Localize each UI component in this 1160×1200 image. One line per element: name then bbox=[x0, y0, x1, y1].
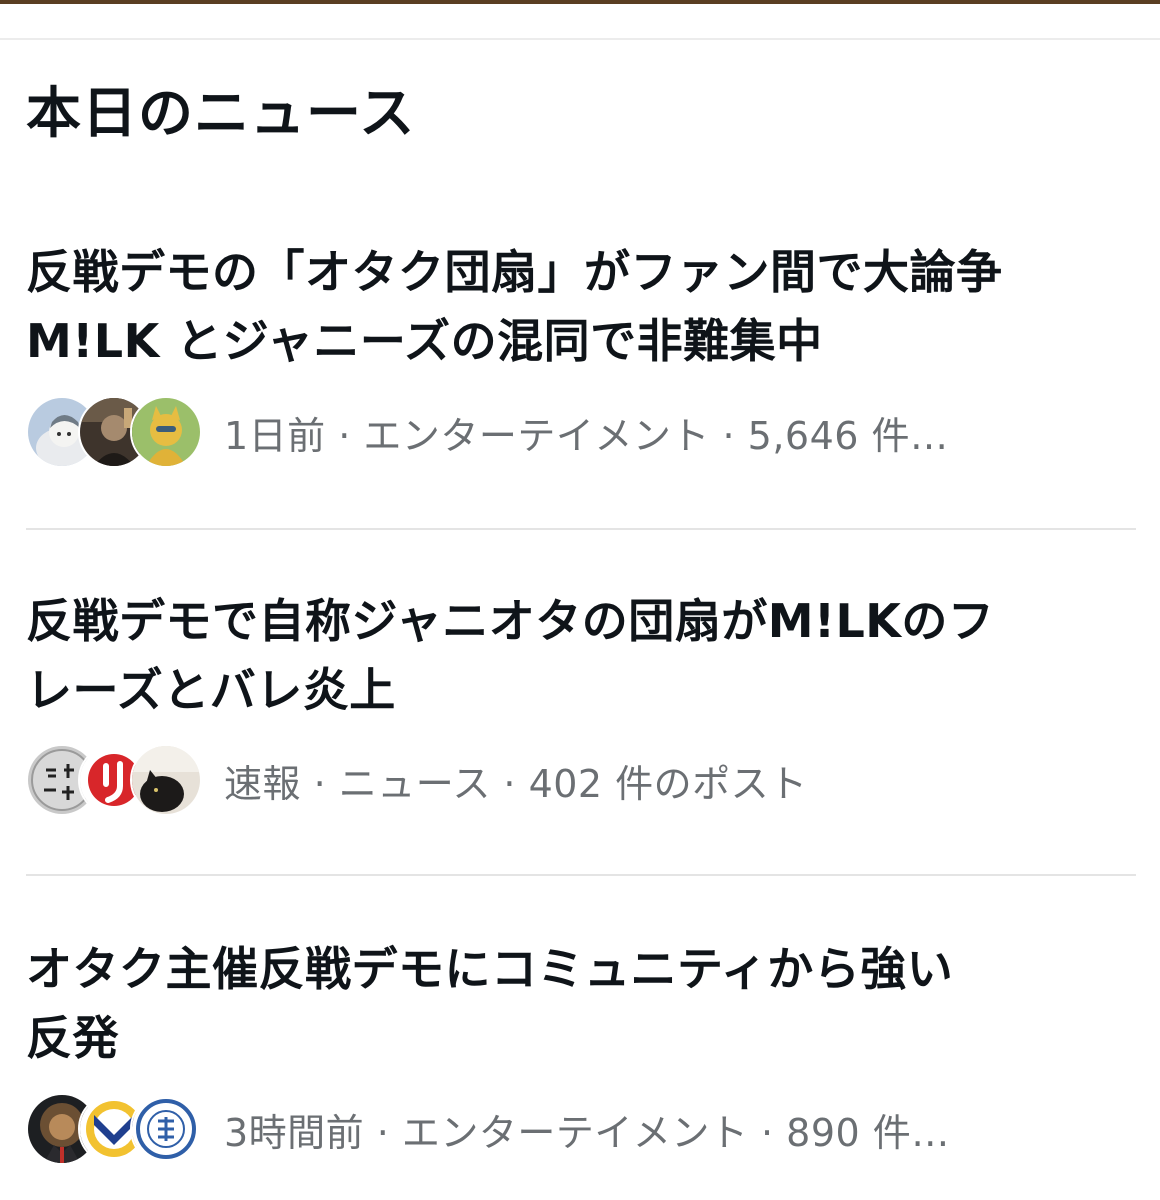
news-meta: 1日前 · エンターテイメント · 5,646 件… bbox=[224, 413, 949, 458]
avatar-photo-cat-icon[interactable] bbox=[130, 744, 202, 816]
headline-line: 反戦デモの「オタク団扇」がファン間で大論争 bbox=[26, 245, 1003, 299]
news-item[interactable]: 反戦デモの「オタク団扇」がファン間で大論争 M!LK とジャニーズの混同で非難集… bbox=[26, 238, 1136, 498]
news-item[interactable]: オタク主催反戦デモにコミュニティから強い 反発 3時間前 · エンターテイメント… bbox=[26, 935, 1136, 1180]
headline-line: 反戦デモで自称ジャニオタの団扇がM!LKのフ bbox=[26, 594, 995, 648]
news-meta: 3時間前 · エンターテイメント · 890 件… bbox=[224, 1110, 950, 1155]
top-divider bbox=[0, 38, 1160, 40]
news-headline: オタク主催反戦デモにコミュニティから強い 反発 bbox=[26, 935, 1136, 1073]
divider bbox=[26, 528, 1136, 530]
headline-line: オタク主催反戦デモにコミュニティから強い bbox=[26, 942, 954, 996]
avatar-stack bbox=[26, 1093, 202, 1165]
section-title: 本日のニュース bbox=[26, 81, 416, 145]
news-meta-row: 3時間前 · エンターテイメント · 890 件… bbox=[26, 1093, 950, 1165]
avatar-yellow-fox-cartoon-icon[interactable] bbox=[130, 396, 202, 468]
news-headline: 反戦デモで自称ジャニオタの団扇がM!LKのフ レーズとバレ炎上 bbox=[26, 587, 1136, 725]
news-headline: 反戦デモの「オタク団扇」がファン間で大論争 M!LK とジャニーズの混同で非難集… bbox=[26, 238, 1136, 376]
news-item[interactable]: 反戦デモで自称ジャニオタの団扇がM!LKのフ レーズとバレ炎上 速報 · ニュー… bbox=[26, 587, 1136, 827]
avatar-stack bbox=[26, 744, 202, 816]
headline-line: レーズとバレ炎上 bbox=[26, 663, 396, 717]
divider bbox=[26, 874, 1136, 876]
headline-line: M!LK とジャニーズの混同で非難集中 bbox=[26, 314, 823, 368]
avatar-stack bbox=[26, 396, 202, 468]
headline-line: 反発 bbox=[26, 1011, 119, 1065]
news-meta-row: 1日前 · エンターテイメント · 5,646 件… bbox=[26, 396, 949, 468]
avatar-blue-seal-icon[interactable] bbox=[130, 1093, 202, 1165]
top-bar bbox=[0, 0, 1160, 4]
news-meta: 速報 · ニュース · 402 件のポスト bbox=[224, 761, 808, 806]
news-meta-row: 速報 · ニュース · 402 件のポスト bbox=[26, 744, 808, 816]
